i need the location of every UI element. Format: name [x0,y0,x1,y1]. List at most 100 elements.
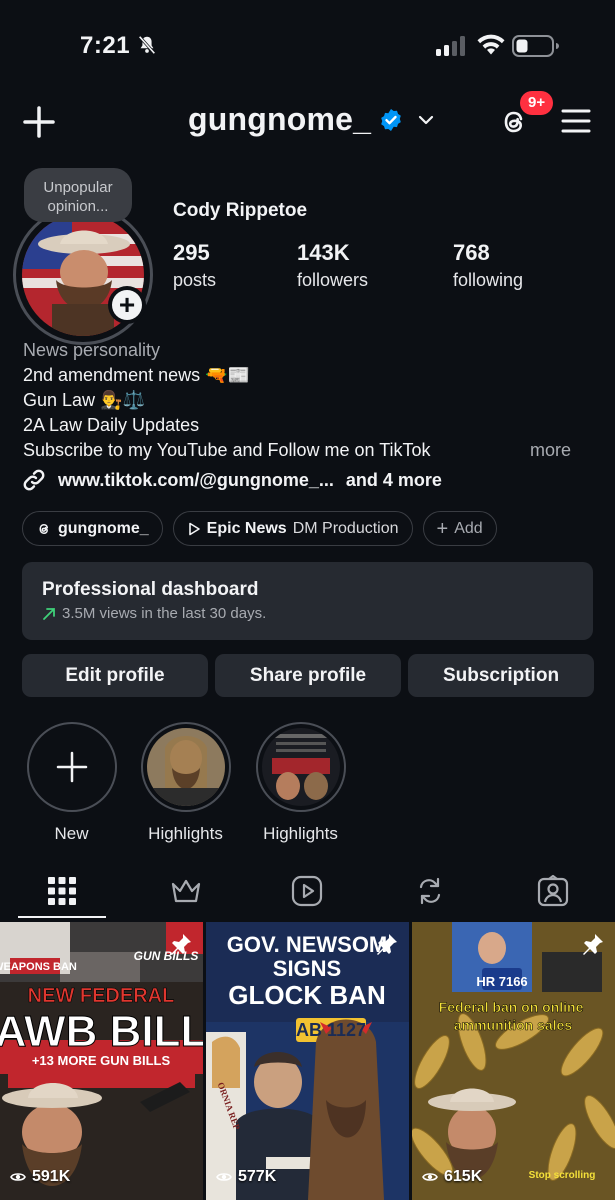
add-chip[interactable]: + Add [422,511,497,546]
username: gungnome_ [188,101,372,137]
display-name: Cody Rippetoe [173,200,308,221]
dashboard-title: Professional dashboard [42,579,259,600]
threads-icon [39,523,49,534]
highlight-item[interactable]: Highlights [253,722,348,844]
note-bubble[interactable]: Unpopular opinion... [24,168,132,222]
posts-label: posts [173,270,217,290]
post-headline-main: AWB BILL [0,1007,203,1056]
battery-icon [512,35,559,57]
following-label: following [453,270,524,290]
notification-badge: 9+ [520,91,554,115]
post-headline-line: SIGNS [273,956,341,981]
professional-dashboard[interactable]: Professional dashboard 3.5M views in the… [22,562,593,640]
post-thumbnail: HR 7166 Federal ban on online ammunition… [412,922,615,1200]
add-story-button[interactable]: + [108,286,146,324]
chevron-down-icon [419,115,434,124]
add-chip-label: Add [454,519,483,537]
pin-icon [377,934,397,955]
highlight-cover [146,728,225,806]
highlight-ring [140,722,231,812]
play-icon [188,522,200,535]
bio-category: News personality [23,340,161,360]
post-headline-line: GOV. NEWSOM [227,932,388,957]
page-chip-role: DM Production [292,519,399,537]
dashboard-subtitle: 3.5M views in the last 30 days. [62,605,267,622]
page-chip[interactable]: Epic News DM Production [172,511,413,546]
bio-line: 2nd amendment news 🔫📰 [23,365,250,385]
highlight-label: New [54,824,89,843]
post-caption: Stop scrolling [529,1170,596,1181]
followers-label: followers [297,270,369,290]
post-bill-text: HR 7166 [476,974,527,989]
post-headline-line-2: ammunition sales [454,1017,572,1033]
posts-stat[interactable]: 295 posts [173,240,216,291]
new-highlight-ring [26,722,117,812]
profile-header: gungnome_ 9+ [0,91,615,155]
post-tile[interactable]: WEAPONS BAN GUN BILLS NEW FEDERAL AWB BI… [0,922,203,1200]
bio-line: 2A Law Daily Updates [23,415,200,435]
create-plus-icon[interactable] [20,103,58,141]
post-headline-line-1: Federal ban on online [439,999,584,1015]
threads-chip[interactable]: gungnome_ [22,511,163,546]
bio-more-link[interactable]: more [530,438,571,463]
view-count: 615K [422,1168,482,1186]
tagged-tab-icon[interactable] [536,874,570,908]
highlight-label: Highlights [263,824,338,843]
reels-tab-icon[interactable] [290,874,324,908]
edit-profile-button[interactable]: Edit profile [22,654,208,697]
followers-stat[interactable]: 143K followers [297,240,368,291]
grid-tab-icon[interactable] [45,874,79,908]
bio-link[interactable]: www.tiktok.com/@gungnome_... and 4 more [22,468,442,492]
post-headline-line: GLOCK BAN [228,980,385,1010]
post-sign-text: WEAPONS BAN [0,961,77,973]
reposts-tab-icon[interactable] [413,874,447,908]
post-tile[interactable]: HR 7166 Federal ban on online ammunition… [412,922,615,1200]
status-bar: 7:21 [0,0,615,90]
cellular-signal-icon [436,36,465,56]
crown-subscribers-tab-icon[interactable] [169,874,203,908]
pin-icon [583,934,603,955]
plus-icon: + [436,517,449,540]
following-stat[interactable]: 768 following [453,240,523,291]
highlight-ring [255,722,346,812]
profile-tabs [0,868,615,920]
highlight-label: Highlights [148,824,223,843]
bell-muted-icon [138,35,156,55]
link-icon [23,469,45,491]
clock: 7:21 [80,32,131,59]
plus-icon: + [112,290,142,320]
followers-count: 143K [297,240,350,265]
post-tile[interactable]: GOV. NEWSOM SIGNS GLOCK BAN AB 1127 ORNI… [206,922,409,1200]
highlight-item[interactable]: Highlights [138,722,233,844]
verified-badge-icon [381,108,401,131]
eye-icon [10,1173,26,1181]
view-count-text: 591K [32,1168,71,1185]
view-count: 591K [10,1168,70,1186]
post-bill-text: AB 1127 [296,1020,366,1040]
menu-hamburger-icon[interactable] [560,107,592,135]
plus-icon [56,751,87,783]
posts-count: 295 [173,240,210,265]
profile-actions: Edit profile Share profile Subscription [22,654,594,697]
bio-line: Gun Law 👨‍⚖️⚖️ [23,390,145,410]
bio-line: Subscribe to my YouTube and Follow me on… [23,440,431,460]
highlight-cover [261,728,340,806]
wifi-icon [477,34,505,55]
view-count-text: 577K [238,1168,277,1185]
view-count: 577K [216,1168,276,1186]
share-profile-button[interactable]: Share profile [215,654,401,697]
dashboard-subtitle-row: 3.5M views in the last 30 days. [42,605,573,622]
profile-chips: gungnome_ Epic News DM Production + Add [22,511,497,546]
trend-up-icon [43,607,55,620]
view-count-text: 615K [444,1168,483,1185]
active-tab-indicator [18,916,106,918]
pin-icon [171,934,191,955]
threads-chip-label: gungnome_ [58,519,149,537]
eye-icon [216,1173,232,1181]
new-highlight[interactable]: New [24,722,119,844]
account-switcher[interactable]: gungnome_ [188,101,435,138]
post-headline-sub: +13 MORE GUN BILLS [32,1053,171,1068]
eye-icon [422,1173,438,1181]
subscription-button[interactable]: Subscription [408,654,594,697]
page-chip-name: Epic News [206,519,287,537]
